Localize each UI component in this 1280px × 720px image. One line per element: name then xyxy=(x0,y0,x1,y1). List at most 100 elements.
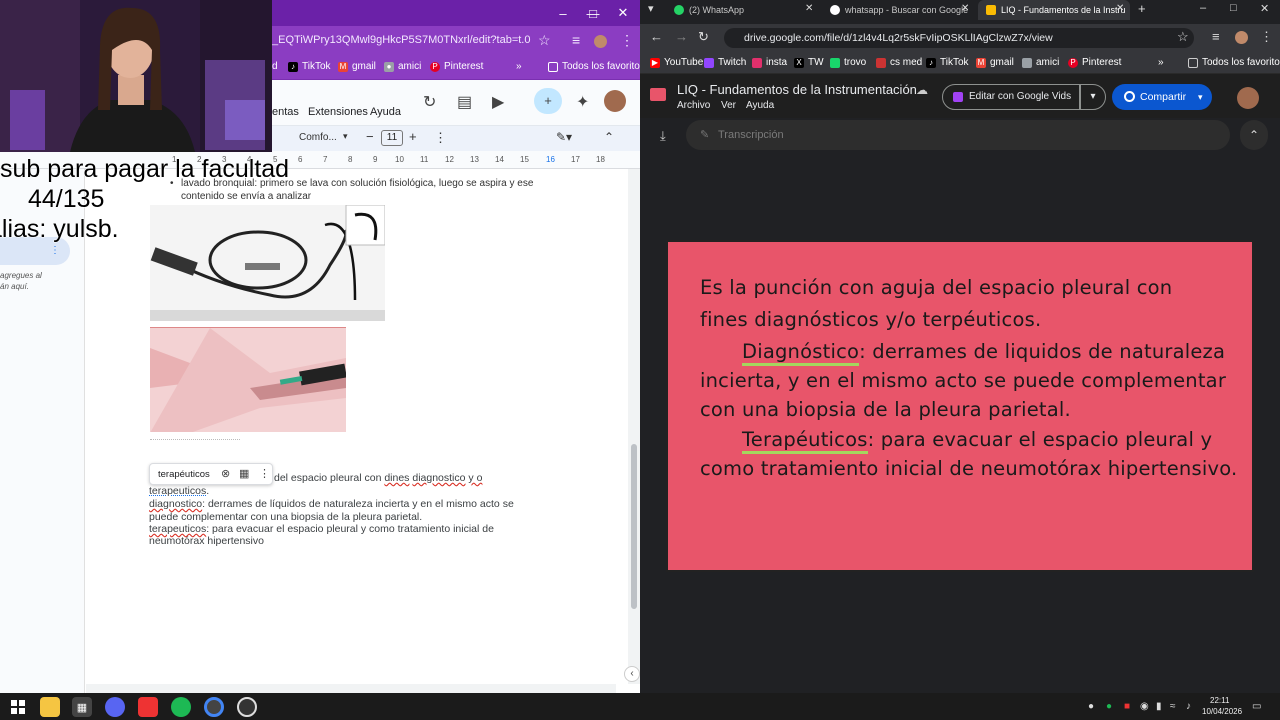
user-avatar[interactable] xyxy=(604,90,626,112)
menu-herramientas[interactable]: entas xyxy=(272,106,299,118)
discord-icon[interactable] xyxy=(105,697,125,717)
slide-preview[interactable]: Es la punción con aguja del espacio pleu… xyxy=(666,240,1254,572)
clock-date[interactable]: 10/04/2026 xyxy=(1202,707,1242,716)
windows-start-icon[interactable] xyxy=(8,697,28,717)
url-input[interactable]: drive.google.com/file/d/1zl4v4Lq2r5skFvI… xyxy=(724,28,1194,48)
bookmark-insta[interactable]: insta xyxy=(752,57,787,68)
bookmark-csmed[interactable]: cs med xyxy=(876,57,922,68)
spotify-tray-icon[interactable]: ● xyxy=(1106,701,1112,712)
more-options-icon[interactable]: ⋮ xyxy=(434,130,447,146)
suggestion-word[interactable]: terapéuticos xyxy=(158,469,210,480)
misspelled-word[interactable]: terapeuticos xyxy=(149,523,206,535)
bronchi-illustration[interactable] xyxy=(150,327,346,432)
notifications-icon[interactable]: ▭ xyxy=(1252,701,1261,712)
profile-avatar[interactable] xyxy=(1235,31,1248,44)
minimize-icon[interactable]: – xyxy=(1200,2,1206,14)
vertical-scrollbar[interactable] xyxy=(628,169,640,684)
forward-icon[interactable]: → xyxy=(675,29,688,44)
menu-extensiones[interactable]: Extensiones xyxy=(308,106,368,118)
bookmark-tiktok[interactable]: ♪ TikTok xyxy=(926,57,969,68)
maximize-icon[interactable]: □ xyxy=(578,0,608,26)
comment-icon[interactable]: ▤ xyxy=(457,92,472,112)
misspelled-word[interactable]: terapeuticos xyxy=(149,485,206,497)
app-tray-icon[interactable]: ■ xyxy=(1124,701,1130,712)
usb-tray-icon[interactable]: ▮ xyxy=(1156,701,1162,712)
tab-search-icon[interactable]: ▾ xyxy=(648,2,654,15)
bookmark-tw[interactable]: X TW xyxy=(794,57,824,68)
bookmark-youtube[interactable]: ▶ YouTube xyxy=(650,57,703,68)
share-person-icon[interactable]: + xyxy=(534,88,562,114)
bookmark-all[interactable]: Todos los favoritos xyxy=(548,61,640,72)
maximize-icon[interactable]: □ xyxy=(1230,2,1237,14)
chrome-icon[interactable] xyxy=(204,697,224,717)
chevron-up-icon[interactable]: ⌃ xyxy=(604,130,614,144)
tab-whatsapp[interactable]: (2) WhatsApp xyxy=(666,0,816,20)
bookmark-trovo[interactable]: trovo xyxy=(830,57,866,68)
clock-time[interactable]: 22:11 xyxy=(1210,696,1229,705)
more-vert-icon[interactable]: ⋮ xyxy=(259,467,270,480)
misspelled-word[interactable]: y o xyxy=(468,472,482,484)
profile-avatar[interactable] xyxy=(594,35,607,48)
bookmark-twitch[interactable]: Twitch xyxy=(704,57,746,68)
bookmark-gmail[interactable]: Mgmail xyxy=(338,61,376,72)
user-avatar[interactable] xyxy=(1237,87,1259,109)
tab-google-search[interactable]: whatsapp - Buscar con Google xyxy=(822,0,972,20)
menu-ayuda[interactable]: Ayuda xyxy=(746,100,774,111)
tab-liq[interactable]: LIQ - Fundamentos de la Instru xyxy=(978,0,1130,20)
transcript-bar[interactable]: ✎ Transcripción xyxy=(686,120,1230,150)
app-icon[interactable] xyxy=(138,697,158,717)
bookmark-pinterest[interactable]: P Pinterest xyxy=(1068,57,1121,68)
gemini-icon[interactable]: ✦ xyxy=(576,92,589,112)
minimize-icon-2[interactable]: – xyxy=(548,0,578,26)
bookmark-pinterest[interactable]: P Pinterest xyxy=(430,61,483,72)
close-tab-icon[interactable]: ✕ xyxy=(805,3,813,14)
chevron-down-icon[interactable]: ▾ xyxy=(1198,84,1203,110)
new-tab-icon[interactable]: + xyxy=(1138,1,1146,16)
menu-ayuda[interactable]: Ayuda xyxy=(370,106,401,118)
increase-size-button[interactable]: + xyxy=(409,129,417,144)
menu-archivo[interactable]: Archivo xyxy=(677,100,710,111)
obs-icon[interactable] xyxy=(237,697,257,717)
scroll-thumb[interactable] xyxy=(631,444,637,609)
network-tray-icon[interactable]: ◉ xyxy=(1140,701,1149,712)
chevron-up-icon[interactable]: ⌃ xyxy=(1240,120,1268,150)
wifi-icon[interactable]: ≈ xyxy=(1170,701,1176,712)
star-icon[interactable]: ☆ xyxy=(1177,29,1189,45)
left-url[interactable]: _EQTiWPry13QMwl9gHkcP5S7M0TNxrl/edit?tab… xyxy=(272,34,530,46)
chevron-down-icon[interactable]: ▾ xyxy=(343,131,348,142)
volume-icon[interactable]: ♪ xyxy=(1186,701,1191,712)
font-size-input[interactable]: 11 xyxy=(381,130,403,146)
back-icon[interactable]: ← xyxy=(650,29,663,44)
move-to-drive-icon[interactable]: ☁ xyxy=(916,83,928,97)
bookmark-amici[interactable]: ● amici xyxy=(384,61,421,72)
close-icon[interactable]: ✕ xyxy=(608,0,638,26)
whatsapp-tray-icon[interactable]: ● xyxy=(1088,701,1094,712)
close-tab-icon[interactable]: ✕ xyxy=(1116,3,1124,14)
misspelled-word[interactable]: diagnostico xyxy=(412,472,465,484)
menu-dots-icon[interactable]: ⋮ xyxy=(1260,29,1273,45)
media-icon[interactable]: ≡ xyxy=(1212,29,1220,44)
misspelled-word[interactable]: dines xyxy=(384,472,409,484)
reload-icon[interactable]: ↻ xyxy=(698,29,709,45)
star-icon[interactable]: ☆ xyxy=(538,32,551,49)
close-icon[interactable]: ✕ xyxy=(1260,2,1269,15)
chevron-right-icon[interactable]: » xyxy=(1158,57,1164,68)
edit-with-vids-button[interactable]: Editar con Google Vids xyxy=(942,84,1080,110)
spotify-icon[interactable] xyxy=(171,697,191,717)
store-icon[interactable]: ▦ xyxy=(72,697,92,717)
suggestion-chip[interactable]: terapéuticos ⊗ ▦ ⋮ xyxy=(149,463,273,485)
more-vert-icon[interactable]: ⋮ xyxy=(50,245,60,256)
font-select[interactable]: Comfo... xyxy=(299,132,337,143)
horizontal-scrollbar[interactable] xyxy=(86,684,616,693)
media-icon[interactable]: ≡ xyxy=(572,32,580,48)
bookmark-all[interactable]: Todos los favoritos xyxy=(1188,57,1280,68)
bookmark-d[interactable]: d xyxy=(272,61,278,72)
edit-mode-icon[interactable]: ✎▾ xyxy=(556,130,572,144)
add-comment-icon[interactable]: ▦ xyxy=(239,467,249,480)
decrease-size-button[interactable]: − xyxy=(366,129,374,144)
download-icon[interactable]: ⤓ xyxy=(660,128,666,144)
misspelled-word[interactable]: diagnostico xyxy=(149,498,202,510)
menu-ver[interactable]: Ver xyxy=(721,100,736,111)
bookmark-gmail[interactable]: Mgmail xyxy=(976,57,1014,68)
share-button[interactable]: Compartir ▾ xyxy=(1112,84,1212,110)
